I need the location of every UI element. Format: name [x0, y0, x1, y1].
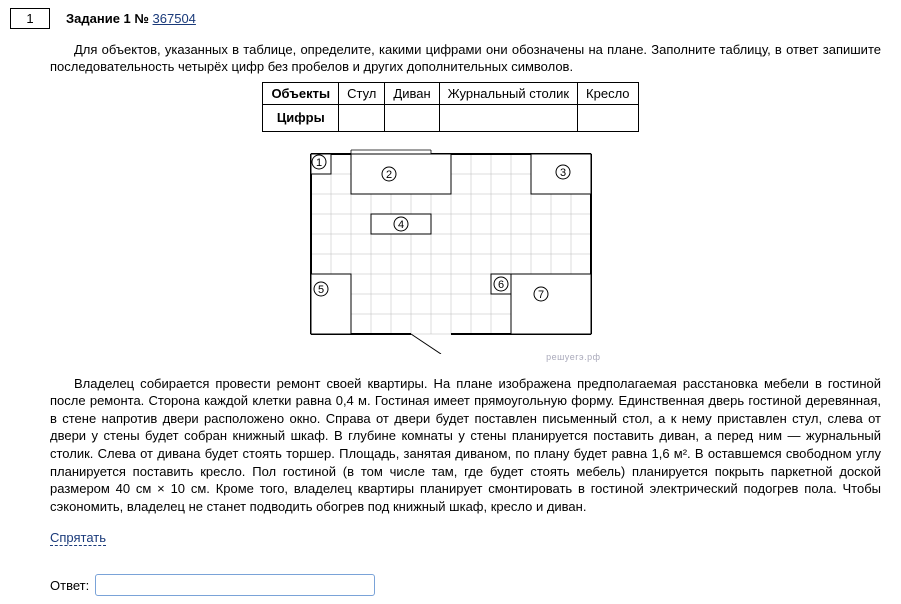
task-number-box: 1: [10, 8, 50, 29]
answer-input[interactable]: [95, 574, 375, 596]
col-header-2: Журнальный столик: [439, 82, 577, 104]
plan-label-7: 7: [537, 289, 543, 301]
plan-label-1: 1: [315, 157, 321, 169]
plan-label-3: 3: [559, 167, 565, 179]
task-id-prefix: №: [134, 11, 149, 26]
floorplan-container: 1 2 3 4 5 6 7 решуегэ.рф: [301, 144, 601, 362]
plan-label-6: 6: [497, 279, 503, 291]
cell-value-2: [439, 104, 577, 131]
floorplan-svg: 1 2 3 4 5 6 7: [301, 144, 601, 354]
cell-value-0: [339, 104, 385, 131]
row-label-digits: Цифры: [263, 104, 339, 131]
answer-label: Ответ:: [50, 578, 89, 593]
plan-label-4: 4: [397, 219, 403, 231]
task-id-link[interactable]: 367504: [153, 11, 196, 26]
task-intro: Для объектов, указанных в таблице, опред…: [50, 42, 881, 76]
task-header: 1 Задание 1 № 367504: [10, 8, 891, 29]
table-row-headers: Объекты Стул Диван Журнальный столик Кре…: [263, 82, 638, 104]
task-description: Владелец собирается провести ремонт свое…: [50, 375, 881, 515]
task-label: Задание 1: [66, 11, 131, 26]
col-header-1: Диван: [385, 82, 439, 104]
answer-row: Ответ:: [50, 574, 891, 596]
col-header-3: Кресло: [578, 82, 639, 104]
cell-value-1: [385, 104, 439, 131]
col-header-0: Стул: [339, 82, 385, 104]
plan-label-5: 5: [317, 284, 323, 296]
table-row-values: Цифры: [263, 104, 638, 131]
hide-button[interactable]: Спрятать: [50, 530, 106, 546]
objects-table: Объекты Стул Диван Журнальный столик Кре…: [262, 82, 638, 132]
plan-watermark: решуегэ.рф: [301, 352, 601, 362]
row-label-objects: Объекты: [263, 82, 339, 104]
plan-label-2: 2: [385, 169, 391, 181]
cell-value-3: [578, 104, 639, 131]
task-title: Задание 1 № 367504: [66, 11, 196, 26]
